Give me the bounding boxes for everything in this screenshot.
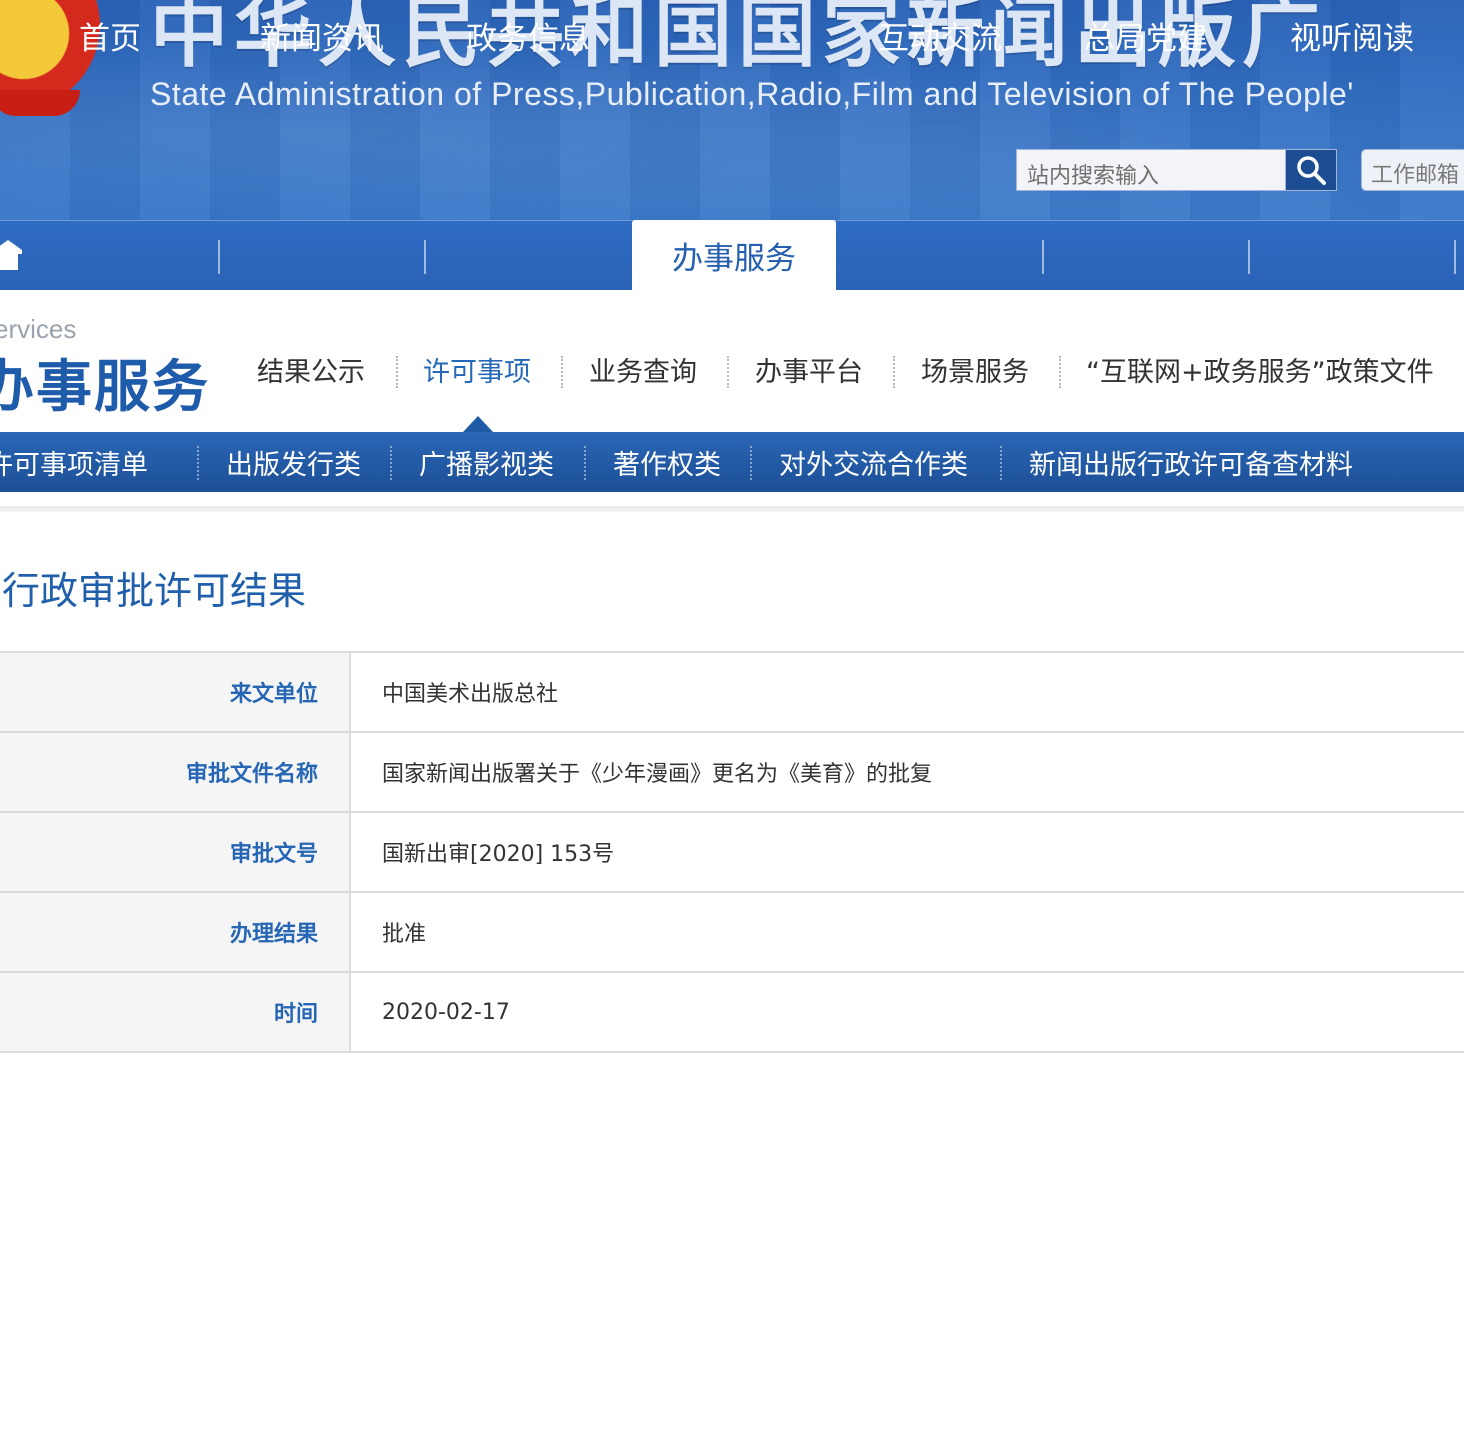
nav-audio-visual[interactable]: 视听阅读 bbox=[1250, 0, 1454, 70]
subnav-service-platform[interactable]: 办事平台 bbox=[755, 350, 863, 389]
table-row: 办理结果 批准 bbox=[0, 891, 1464, 973]
category-separator bbox=[1000, 446, 1002, 480]
table-row: 时间 2020-02-17 bbox=[0, 971, 1464, 1053]
category-broadcast[interactable]: 广播影视类 bbox=[419, 432, 554, 492]
section-label-en: ervices bbox=[0, 314, 77, 344]
row-value: 国家新闻出版署关于《少年漫画》更名为《美育》的批复 bbox=[350, 731, 1464, 813]
nav-separator bbox=[1042, 240, 1044, 274]
search-icon bbox=[1297, 156, 1326, 185]
category-licensing-list[interactable]: 许可事项清单 bbox=[0, 432, 148, 492]
work-mail-button[interactable]: 工作邮箱 bbox=[1361, 149, 1464, 191]
category-separator bbox=[584, 446, 586, 480]
subnav-separator bbox=[893, 356, 895, 388]
nav-home[interactable]: 首页 bbox=[20, 0, 200, 70]
category-separator bbox=[750, 446, 752, 480]
row-label: 审批文件名称 bbox=[0, 731, 351, 813]
row-value: 国新出审[2020] 153号 bbox=[350, 811, 1464, 893]
nav-party-building[interactable]: 总局党建 bbox=[1044, 0, 1248, 70]
subnav-separator bbox=[727, 356, 729, 388]
subnav-policy-docs[interactable]: “互联网+政务服务”政策文件 bbox=[1086, 350, 1434, 389]
site-subtitle: State Administration of Press,Publicatio… bbox=[150, 76, 1354, 112]
search-input[interactable]: 站内搜索输入 bbox=[1016, 149, 1286, 191]
nav-government-info[interactable]: 政务信息 bbox=[426, 0, 630, 70]
subnav-results[interactable]: 结果公示 bbox=[257, 350, 365, 389]
approval-detail-table: 来文单位 中国美术出版总社 审批文件名称 国家新闻出版署关于《少年漫画》更名为《… bbox=[0, 651, 1464, 1053]
nav-services[interactable]: 办事服务 bbox=[632, 220, 836, 290]
active-subnav-pointer bbox=[463, 416, 493, 432]
row-value: 批准 bbox=[350, 891, 1464, 973]
category-copyright[interactable]: 著作权类 bbox=[613, 432, 721, 492]
subnav-separator bbox=[1059, 356, 1061, 388]
category-foreign-exchange[interactable]: 对外交流合作类 bbox=[779, 432, 968, 492]
row-value: 中国美术出版总社 bbox=[350, 651, 1464, 733]
nav-separator bbox=[1248, 240, 1250, 274]
row-label: 办理结果 bbox=[0, 891, 351, 973]
section-label-cn: 办事服务 bbox=[0, 355, 210, 420]
category-separator bbox=[390, 446, 392, 480]
table-row: 审批文号 国新出审[2020] 153号 bbox=[0, 811, 1464, 893]
row-label: 审批文号 bbox=[0, 811, 351, 893]
category-reference-materials[interactable]: 新闻出版行政许可备查材料 bbox=[1029, 432, 1353, 492]
subnav-business-query[interactable]: 业务查询 bbox=[589, 350, 697, 389]
search-button[interactable] bbox=[1285, 149, 1337, 191]
row-label: 来文单位 bbox=[0, 651, 351, 733]
category-publishing[interactable]: 出版发行类 bbox=[226, 432, 361, 492]
divider bbox=[0, 506, 1464, 512]
nav-news[interactable]: 新闻资讯 bbox=[220, 0, 424, 70]
table-row: 来文单位 中国美术出版总社 bbox=[0, 651, 1464, 733]
page-title: 行政审批许可结果 bbox=[2, 569, 307, 613]
nav-separator bbox=[1454, 240, 1456, 274]
subnav-separator bbox=[396, 356, 398, 388]
nav-interaction[interactable]: 互动交流 bbox=[838, 0, 1042, 70]
subnav-scenario-services[interactable]: 场景服务 bbox=[921, 350, 1029, 389]
home-icon bbox=[0, 240, 22, 270]
category-separator bbox=[197, 446, 199, 480]
table-row: 审批文件名称 国家新闻出版署关于《少年漫画》更名为《美育》的批复 bbox=[0, 731, 1464, 813]
nav-separator bbox=[424, 240, 426, 274]
subnav-licensing[interactable]: 许可事项 bbox=[423, 350, 531, 389]
row-label: 时间 bbox=[0, 971, 351, 1053]
nav-separator bbox=[218, 240, 220, 274]
row-value: 2020-02-17 bbox=[350, 971, 1464, 1053]
subnav-separator bbox=[561, 356, 563, 388]
